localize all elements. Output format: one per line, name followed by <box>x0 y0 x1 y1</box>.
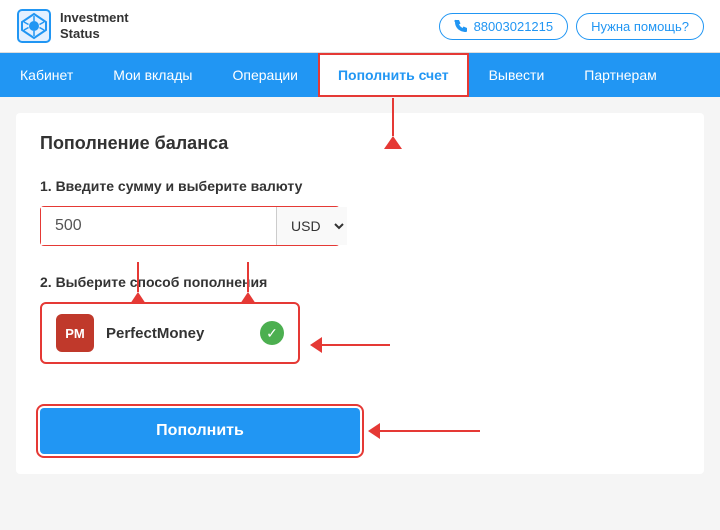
submit-button[interactable]: Пополнить <box>40 408 360 454</box>
header-right: 88003021215 Нужна помощь? <box>439 13 704 40</box>
submit-wrapper: Пополнить <box>40 408 360 454</box>
logo-text: Investment Status <box>60 10 129 41</box>
nav-item-withdraw[interactable]: Вывести <box>469 53 565 97</box>
nav-item-partners[interactable]: Партнерам <box>564 53 676 97</box>
header: Investment Status 88003021215 Нужна помо… <box>0 0 720 53</box>
pm-logo: PM <box>56 314 94 352</box>
payment-wrapper: PM PerfectMoney ✓ <box>40 302 300 388</box>
nav-item-topup[interactable]: Пополнить счет <box>318 53 469 97</box>
step1-label: 1. Введите сумму и выберите валюту <box>40 178 680 194</box>
main-nav: Кабинет Мои вклады Операции Пополнить сч… <box>0 53 720 97</box>
phone-number: 88003021215 <box>474 19 554 34</box>
nav-item-deposits[interactable]: Мои вклады <box>93 53 212 97</box>
arrow-amount-left <box>130 262 146 304</box>
logo-icon <box>16 8 52 44</box>
amount-row: USD EUR RUB <box>40 206 340 246</box>
check-icon: ✓ <box>260 321 284 345</box>
nav-item-operations[interactable]: Операции <box>212 53 318 97</box>
payment-option-perfectmoney[interactable]: PM PerfectMoney ✓ <box>40 302 300 364</box>
logo-area: Investment Status <box>16 8 129 44</box>
arrow-amount-right <box>240 262 256 304</box>
phone-button[interactable]: 88003021215 <box>439 13 569 40</box>
currency-select[interactable]: USD EUR RUB <box>276 207 347 245</box>
arrow-to-payment <box>310 337 390 353</box>
arrow-to-nav <box>384 98 402 149</box>
arrow-to-submit <box>368 423 480 439</box>
page-title: Пополнение баланса <box>40 133 680 154</box>
amount-input[interactable] <box>41 207 276 245</box>
help-button[interactable]: Нужна помощь? <box>576 13 704 40</box>
main-content: Пополнение баланса 1. Введите сумму и вы… <box>16 113 704 474</box>
phone-icon <box>454 19 468 33</box>
nav-item-cabinet[interactable]: Кабинет <box>0 53 93 97</box>
pm-name: PerfectMoney <box>106 325 248 342</box>
amount-section: USD EUR RUB <box>40 206 680 246</box>
